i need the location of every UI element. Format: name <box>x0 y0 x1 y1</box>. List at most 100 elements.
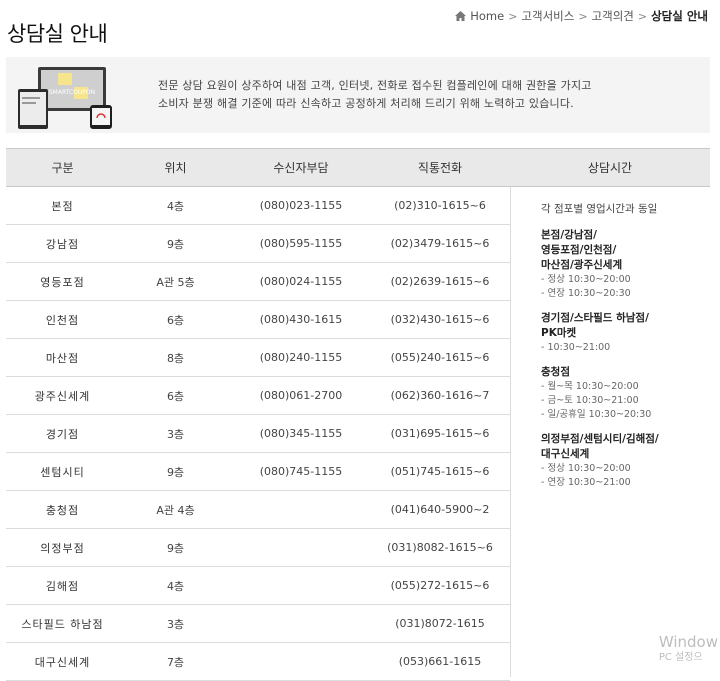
intro-text: 전문 상담 요원이 상주하여 내점 고객, 인터넷, 전화로 접수된 컴플레인에… <box>158 77 592 113</box>
breadcrumb-customer-opinion-link[interactable]: 고객의견 <box>592 8 634 24</box>
hours-line: - 정상 10:30~20:00 <box>541 463 631 474</box>
toll-free-cell: (080)430-1615 <box>259 313 343 326</box>
toll-free-cell: (080)024-1155 <box>259 275 343 288</box>
hours-group-title: 의정부점/센텀시티/김해점/ 대구신세계 <box>541 433 659 460</box>
header-branch: 구분 <box>51 161 74 175</box>
table-row: 마산점 8층 (080)240-1155 (055)240-1615~6 <box>6 339 510 377</box>
watermark-line1: Window <box>658 633 718 651</box>
breadcrumb-customer-service-link[interactable]: 고객서비스 <box>521 8 574 24</box>
branch-cell: 충청점 <box>45 503 80 517</box>
toll-free-cell: (080)595-1155 <box>259 237 343 250</box>
watermark-line2: PC 설정으 <box>658 652 703 663</box>
header-hours: 상담시간 <box>587 161 633 175</box>
table-row: 충청점 A관 4층 (041)640-5900~2 <box>6 491 510 529</box>
page-title: 상담실 안내 <box>7 22 108 47</box>
chevron-right-icon: > <box>578 9 588 23</box>
location-cell: 9층 <box>166 541 185 555</box>
breadcrumb-home-link[interactable]: Home <box>470 9 504 23</box>
branch-cell: 김해점 <box>45 579 80 593</box>
location-cell: 9층 <box>166 465 185 479</box>
home-icon <box>455 11 467 21</box>
branch-cell: 영등포점 <box>40 275 85 289</box>
direct-phone-cell: (02)310-1615~6 <box>394 199 486 212</box>
location-cell: 3층 <box>166 617 185 631</box>
branch-cell: 광주신세계 <box>34 389 91 403</box>
devices-illustration-icon: SMARTCOUPON <box>18 67 112 129</box>
table-row: 광주신세계 6층 (080)061-2700 (062)360-1616~7 <box>6 377 510 415</box>
table-row: 본점 4층 (080)023-1155 (02)310-1615~6 <box>6 187 510 225</box>
toll-free-cell <box>232 605 370 642</box>
table-row: 김해점 4층 (055)272-1615~6 <box>6 567 510 605</box>
intro-text-line1: 전문 상담 요원이 상주하여 내점 고객, 인터넷, 전화로 접수된 컴플레인에… <box>158 79 592 92</box>
hours-line: - 일/공휴일 10:30~20:30 <box>541 409 652 420</box>
location-cell: 3층 <box>166 427 185 441</box>
direct-phone-cell: (041)640-5900~2 <box>390 503 490 516</box>
hours-common: 각 점포별 영업시간과 동일 <box>541 203 658 215</box>
table-row: 영등포점 A관 5층 (080)024-1155 (02)2639-1615~6 <box>6 263 510 301</box>
location-cell: 6층 <box>166 389 185 403</box>
header-location: 위치 <box>164 161 187 175</box>
branch-cell: 강남점 <box>45 237 80 251</box>
hours-group: 경기점/스타필드 하남점/ PK마켓 - 10:30~21:00 <box>541 311 710 355</box>
toll-free-cell <box>232 529 370 566</box>
table-row: 의정부점 9층 (031)8082-1615~6 <box>6 529 510 567</box>
toll-free-cell <box>232 567 370 604</box>
chevron-right-icon: > <box>508 9 518 23</box>
illustration-screen-text: SMARTCOUPON <box>49 89 95 96</box>
toll-free-cell: (080)061-2700 <box>259 389 343 402</box>
branch-cell: 경기점 <box>45 427 80 441</box>
branch-cell: 인천점 <box>45 313 80 327</box>
hours-line: - 금~토 10:30~21:00 <box>541 395 639 406</box>
table-row: 센텀시티 9층 (080)745-1155 (051)745-1615~6 <box>6 453 510 491</box>
location-cell: 4층 <box>166 579 185 593</box>
direct-phone-cell: (02)2639-1615~6 <box>390 275 490 288</box>
hours-group: 본점/강남점/ 영등포점/인천점/ 마산점/광주신세계 - 정상 10:30~20… <box>541 228 710 301</box>
header-direct-phone: 직통전화 <box>417 161 463 175</box>
hours-panel: 각 점포별 영업시간과 동일 본점/강남점/ 영등포점/인천점/ 마산점/광주신… <box>510 187 710 677</box>
hours-group-title: 경기점/스타필드 하남점/ PK마켓 <box>541 312 649 339</box>
intro-text-line2: 소비자 분쟁 해결 기준에 따라 신속하고 공정하게 처리해 드리기 위해 노력… <box>158 97 574 110</box>
branch-cell: 센텀시티 <box>40 465 85 479</box>
direct-phone-cell: (031)8082-1615~6 <box>387 541 493 554</box>
direct-phone-cell: (062)360-1616~7 <box>390 389 490 402</box>
table-row: 강남점 9층 (080)595-1155 (02)3479-1615~6 <box>6 225 510 263</box>
table-row: 경기점 3층 (080)345-1155 (031)695-1615~6 <box>6 415 510 453</box>
toll-free-cell: (080)745-1155 <box>259 465 343 478</box>
toll-free-cell <box>232 643 370 680</box>
breadcrumb: Home > 고객서비스 > 고객의견 > 상담실 안내 <box>455 8 708 24</box>
hours-line: - 연장 10:30~21:00 <box>541 477 631 488</box>
toll-free-cell: (080)240-1155 <box>259 351 343 364</box>
counseling-table: 구분 위치 수신자부담 직통전화 상담시간 각 점포별 영업시간과 동일 본점/… <box>6 148 710 681</box>
hours-line: - 정상 10:30~20:00 <box>541 274 631 285</box>
intro-banner: SMARTCOUPON 전문 상담 요원이 상주하여 내점 고객, 인터넷, 전… <box>6 57 710 133</box>
direct-phone-cell: (031)695-1615~6 <box>390 427 490 440</box>
windows-activation-watermark: Window PC 설정으 <box>659 634 718 666</box>
location-cell: A관 5층 <box>156 275 195 289</box>
direct-phone-cell: (031)8072-1615 <box>395 617 485 630</box>
toll-free-cell <box>232 491 370 528</box>
hours-group: 충청점 - 월~목 10:30~20:00 - 금~토 10:30~21:00 - 일… <box>541 365 710 422</box>
toll-free-cell: (080)023-1155 <box>259 199 343 212</box>
direct-phone-cell: (055)272-1615~6 <box>390 579 490 592</box>
direct-phone-cell: (032)430-1615~6 <box>390 313 490 326</box>
location-cell: A관 4층 <box>156 503 195 517</box>
table-row: 스타필드 하남점 3층 (031)8072-1615 <box>6 605 510 643</box>
table-header: 구분 위치 수신자부담 직통전화 상담시간 <box>6 149 710 187</box>
table-body: 각 점포별 영업시간과 동일 본점/강남점/ 영등포점/인천점/ 마산점/광주신… <box>6 187 710 681</box>
hours-line: - 월~목 10:30~20:00 <box>541 381 639 392</box>
direct-phone-cell: (051)745-1615~6 <box>390 465 490 478</box>
hours-line: - 연장 10:30~20:30 <box>541 288 631 299</box>
chevron-right-icon: > <box>637 9 648 23</box>
branch-cell: 의정부점 <box>40 541 85 555</box>
header-toll-free: 수신자부담 <box>273 161 329 175</box>
location-cell: 9층 <box>166 237 185 251</box>
hours-group-title: 본점/강남점/ 영등포점/인천점/ 마산점/광주신세계 <box>541 229 623 271</box>
branch-cell: 본점 <box>51 199 74 213</box>
location-cell: 6층 <box>166 313 185 327</box>
direct-phone-cell: (055)240-1615~6 <box>390 351 490 364</box>
breadcrumb-current: 상담실 안내 <box>651 9 708 23</box>
direct-phone-cell: (053)661-1615 <box>398 655 482 668</box>
table-row: 인천점 6층 (080)430-1615 (032)430-1615~6 <box>6 301 510 339</box>
hours-group-title: 충청점 <box>541 366 570 378</box>
table-row: 대구신세계 7층 (053)661-1615 <box>6 643 510 681</box>
